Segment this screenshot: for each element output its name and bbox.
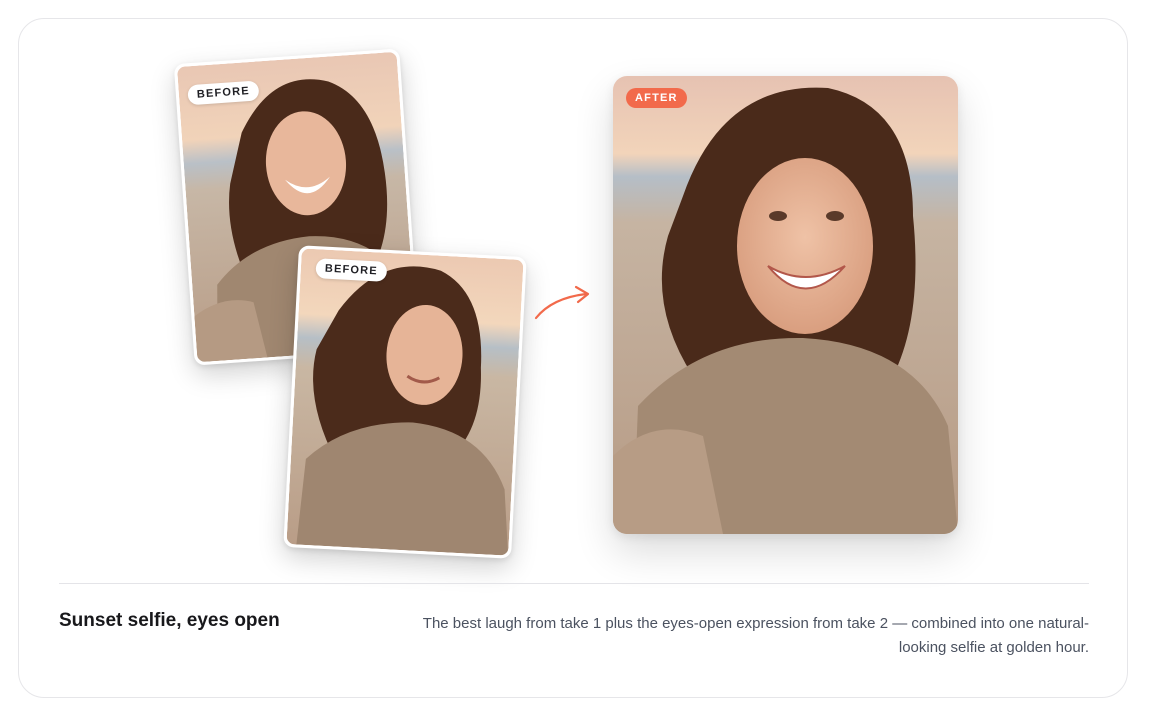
after-badge: AFTER <box>626 88 687 108</box>
caption-title: Sunset selfie, eyes open <box>59 610 280 631</box>
caption-description: The best laugh from take 1 plus the eyes… <box>422 615 1089 656</box>
before-photo-2-image <box>286 248 524 556</box>
before-badge: BEFORE <box>315 258 388 282</box>
after-photo-image <box>613 76 958 534</box>
divider <box>59 583 1089 584</box>
curved-arrow-icon <box>534 285 590 320</box>
after-photo-combined[interactable]: AFTER <box>613 76 958 534</box>
before-photo-take-2[interactable]: BEFORE <box>283 245 527 559</box>
